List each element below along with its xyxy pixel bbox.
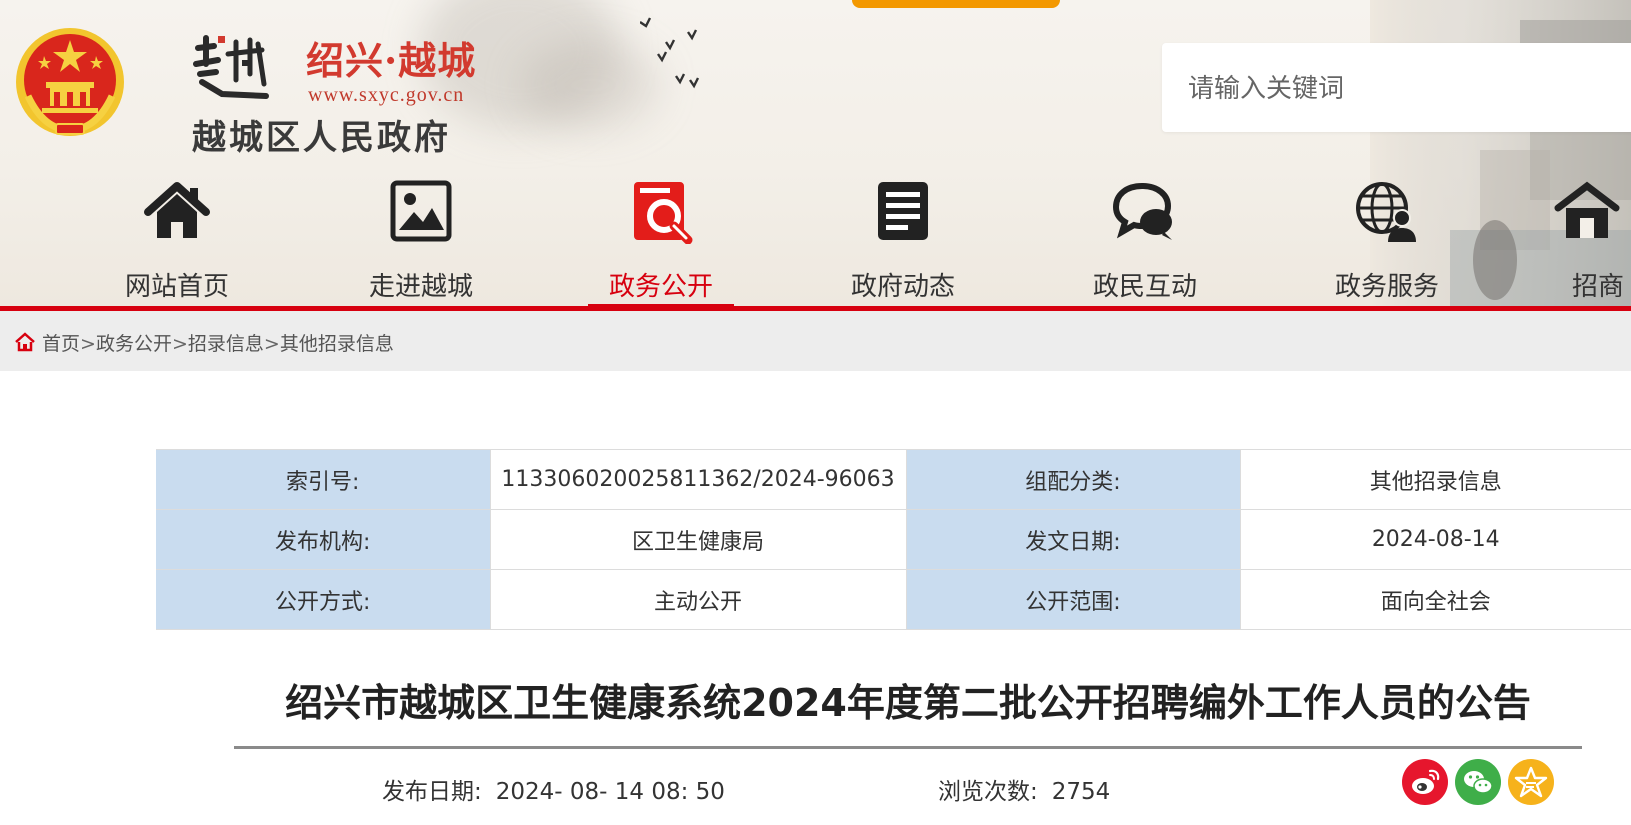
national-emblem-icon[interactable]	[14, 26, 126, 138]
nav-item-gov-news[interactable]: 政府动态	[818, 178, 988, 306]
nav-item-services[interactable]: 政务服务	[1302, 178, 1472, 306]
nav-label: 走进越城	[368, 272, 473, 302]
breadcrumb-separator: >	[263, 333, 280, 355]
share-favorite-button[interactable]	[1508, 759, 1554, 805]
info-key-publisher: 发布机构:	[156, 509, 490, 570]
site-header: 绍兴·越城 www.sxyc.gov.cn 越城区人民政府 请输入关键词 网站首…	[0, 0, 1631, 310]
favorite-star-icon	[1508, 759, 1554, 805]
share-weibo-button[interactable]	[1402, 759, 1448, 805]
info-key-index-number: 索引号:	[156, 449, 490, 510]
breadcrumb-home[interactable]: 首页	[42, 333, 80, 355]
info-key-disclosure-scope: 公开范围:	[906, 569, 1240, 630]
view-count-value: 2754	[1051, 779, 1111, 805]
nav-label: 政务公开	[608, 272, 713, 302]
search-input[interactable]	[1188, 65, 1618, 111]
birds-decoration	[640, 17, 700, 89]
breadcrumb-recruitment[interactable]: 招录信息	[188, 333, 264, 355]
top-orange-tab[interactable]	[852, 0, 1060, 8]
info-value-category: 其他招录信息	[1239, 449, 1631, 510]
news-list-icon	[878, 182, 928, 240]
table-row: 公开方式: 主动公开 公开范围: 面向全社会	[156, 569, 1631, 630]
info-value-disclosure-method: 主动公开	[489, 569, 907, 630]
table-row: 索引号: 113306020025811362/2024-96063 组配分类:…	[156, 449, 1631, 510]
document-search-icon	[634, 182, 693, 244]
nav-item-gov-affairs[interactable]: 政务公开	[576, 178, 746, 307]
info-value-disclosure-scope: 面向全社会	[1239, 569, 1631, 630]
info-value-publisher: 区卫生健康局	[489, 509, 907, 570]
breadcrumb: 首页>政务公开>招录信息>其他招录信息	[0, 311, 1631, 371]
breadcrumb-other-recruitment[interactable]: 其他招录信息	[280, 333, 394, 355]
info-key-disclosure-method: 公开方式:	[156, 569, 490, 630]
article-title: 绍兴市越城区卫生健康系统2024年度第二批公开招聘编外工作人员的公告	[285, 681, 1531, 725]
info-key-issue-date: 发文日期:	[906, 509, 1240, 570]
info-key-category: 组配分类:	[906, 449, 1240, 510]
breadcrumb-separator: >	[80, 333, 96, 355]
chat-bubbles-icon	[1112, 182, 1172, 240]
view-count: 浏览次数: 2754	[938, 772, 1110, 806]
publish-date-value: 2024- 08- 14 08: 50	[495, 779, 725, 805]
home-icon	[15, 332, 35, 352]
yuecheng-calligraphy-logo[interactable]	[192, 34, 272, 102]
nav-item-interaction[interactable]: 政民互动	[1060, 178, 1230, 306]
breadcrumb-trail: 首页>政务公开>招录信息>其他招录信息	[42, 329, 394, 356]
globe-user-icon	[1356, 182, 1416, 242]
site-gov-name: 越城区人民政府	[192, 118, 451, 158]
ink-mountain-decoration	[520, 40, 660, 130]
breadcrumb-separator: >	[171, 333, 188, 355]
home-icon	[144, 182, 210, 238]
nav-label: 招商	[1572, 272, 1625, 302]
search-box	[1162, 43, 1631, 132]
wechat-icon	[1455, 759, 1501, 805]
publish-date: 发布日期: 2024- 08- 14 08: 50	[382, 772, 725, 806]
nav-item-home[interactable]: 网站首页	[92, 178, 262, 306]
table-row: 发布机构: 区卫生健康局 发文日期: 2024-08-14	[156, 509, 1631, 570]
site-city-name: 绍兴·越城	[306, 38, 477, 83]
nav-label: 政府动态	[850, 272, 955, 302]
share-wechat-button[interactable]	[1455, 759, 1501, 805]
document-info-table: 索引号: 113306020025811362/2024-96063 组配分类:…	[156, 449, 1631, 630]
picture-icon	[390, 180, 452, 242]
building-icon	[1554, 181, 1620, 238]
nav-label: 政民互动	[1092, 272, 1197, 302]
breadcrumb-gov-affairs[interactable]: 政务公开	[96, 333, 172, 355]
weibo-icon	[1402, 759, 1448, 805]
nav-item-investment[interactable]: 招商	[1544, 178, 1631, 306]
site-url: www.sxyc.gov.cn	[308, 84, 465, 106]
view-count-label: 浏览次数:	[938, 779, 1038, 805]
nav-label: 网站首页	[124, 272, 229, 302]
title-divider	[234, 746, 1582, 749]
nav-item-about[interactable]: 走进越城	[336, 178, 506, 306]
publish-date-label: 发布日期:	[382, 779, 482, 805]
info-value-index-number: 113306020025811362/2024-96063	[489, 449, 907, 510]
info-value-issue-date: 2024-08-14	[1239, 509, 1631, 570]
nav-label: 政务服务	[1334, 272, 1439, 302]
